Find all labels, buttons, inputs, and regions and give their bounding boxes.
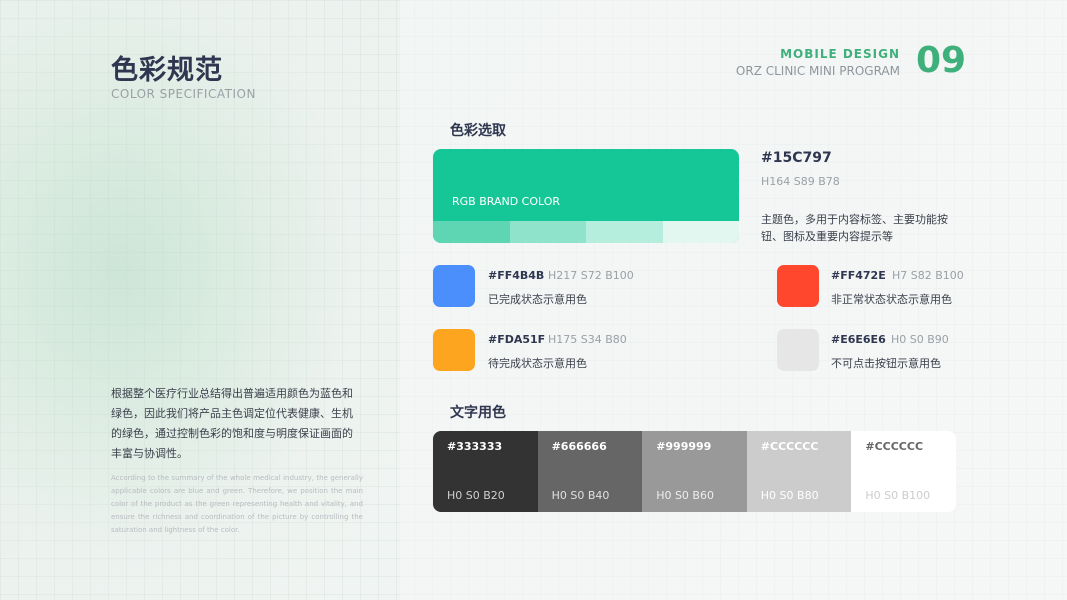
brand-hsb: H164 S89 B78: [761, 175, 840, 188]
text-color-strip: #333333 H0 S0 B20 #666666 H0 S0 B40 #999…: [433, 431, 956, 512]
swatch-1: [433, 265, 475, 307]
swatch-4: [777, 329, 819, 371]
swatch-2-description: 非正常状态状态示意用色: [831, 293, 952, 306]
swatch-3: [433, 329, 475, 371]
intro-text-en: According to the summary of the whole me…: [111, 474, 363, 534]
text-color-3-hex: #999999: [656, 440, 712, 453]
swatch-4-hsb: H0 S0 B90: [891, 333, 949, 346]
text-color-1: #333333 H0 S0 B20: [433, 431, 538, 512]
swatch-1-description: 已完成状态示意用色: [488, 293, 587, 306]
text-color-5-hex: #CCCCCC: [865, 440, 924, 453]
swatch-4-description: 不可点击按钮示意用色: [831, 357, 941, 370]
brand-line: MOBILE DESIGN: [780, 47, 900, 61]
brand-tint-4: [662, 221, 739, 243]
swatch-2-hsb: H7 S82 B100: [892, 269, 964, 282]
program-line: ORZ CLINIC MINI PROGRAM: [735, 64, 900, 78]
swatch-1-hsb: H217 S72 B100: [548, 269, 634, 282]
swatch-1-hex: #FF4B4B: [488, 269, 545, 282]
brand-color-label: RGB BRAND COLOR: [452, 195, 561, 208]
brand-tint-3: [586, 221, 663, 243]
text-colors-title: 文字用色: [450, 405, 506, 421]
page-title: 色彩规范: [111, 55, 223, 86]
brand-color-card: RGB BRAND COLOR: [433, 149, 739, 243]
brand-description: 主题色，多用于内容标签、主要功能按钮、图标及重要内容提示等: [761, 213, 948, 243]
swatch-3-description: 待完成状态示意用色: [488, 357, 587, 370]
swatch-2: [777, 265, 819, 307]
swatch-3-hsb: H175 S34 B80: [548, 333, 627, 346]
page-subtitle: COLOR SPECIFICATION: [111, 87, 256, 101]
text-color-2-hsb: H0 S0 B40: [551, 489, 610, 502]
text-color-4-hex: #CCCCCC: [760, 440, 819, 453]
brand-tint-1: [433, 221, 510, 243]
text-color-2: #666666 H0 S0 B40: [537, 431, 643, 512]
brand-tints: [433, 221, 739, 243]
swatch-4-hex: #E6E6E6: [831, 333, 886, 346]
text-color-1-hex: #333333: [447, 440, 503, 453]
text-color-3-hsb: H0 S0 B60: [656, 489, 714, 502]
page-number: 09: [916, 40, 967, 81]
text-color-4-hsb: H0 S0 B80: [760, 489, 819, 502]
swatch-2-hex: #FF472E: [831, 269, 886, 282]
text-color-5-hsb: H0 S0 B100: [865, 489, 931, 502]
text-color-1-hsb: H0 S0 B20: [447, 489, 505, 502]
color-picker-title: 色彩选取: [450, 123, 506, 139]
text-color-4: #CCCCCC H0 S0 B80: [746, 431, 852, 512]
text-color-3: #999999 H0 S0 B60: [642, 431, 747, 512]
brand-hex: #15C797: [761, 150, 832, 166]
brand-tint-2: [509, 221, 586, 243]
text-color-5: #CCCCCC H0 S0 B100: [851, 431, 956, 512]
swatch-3-hex: #FDA51F: [488, 333, 546, 346]
text-color-2-hex: #666666: [551, 440, 607, 453]
intro-text-cn: 根据整个医疗行业总结得出普遍适用颜色为蓝色和绿色，因此我们将产品主色调定位代表健…: [111, 387, 353, 460]
